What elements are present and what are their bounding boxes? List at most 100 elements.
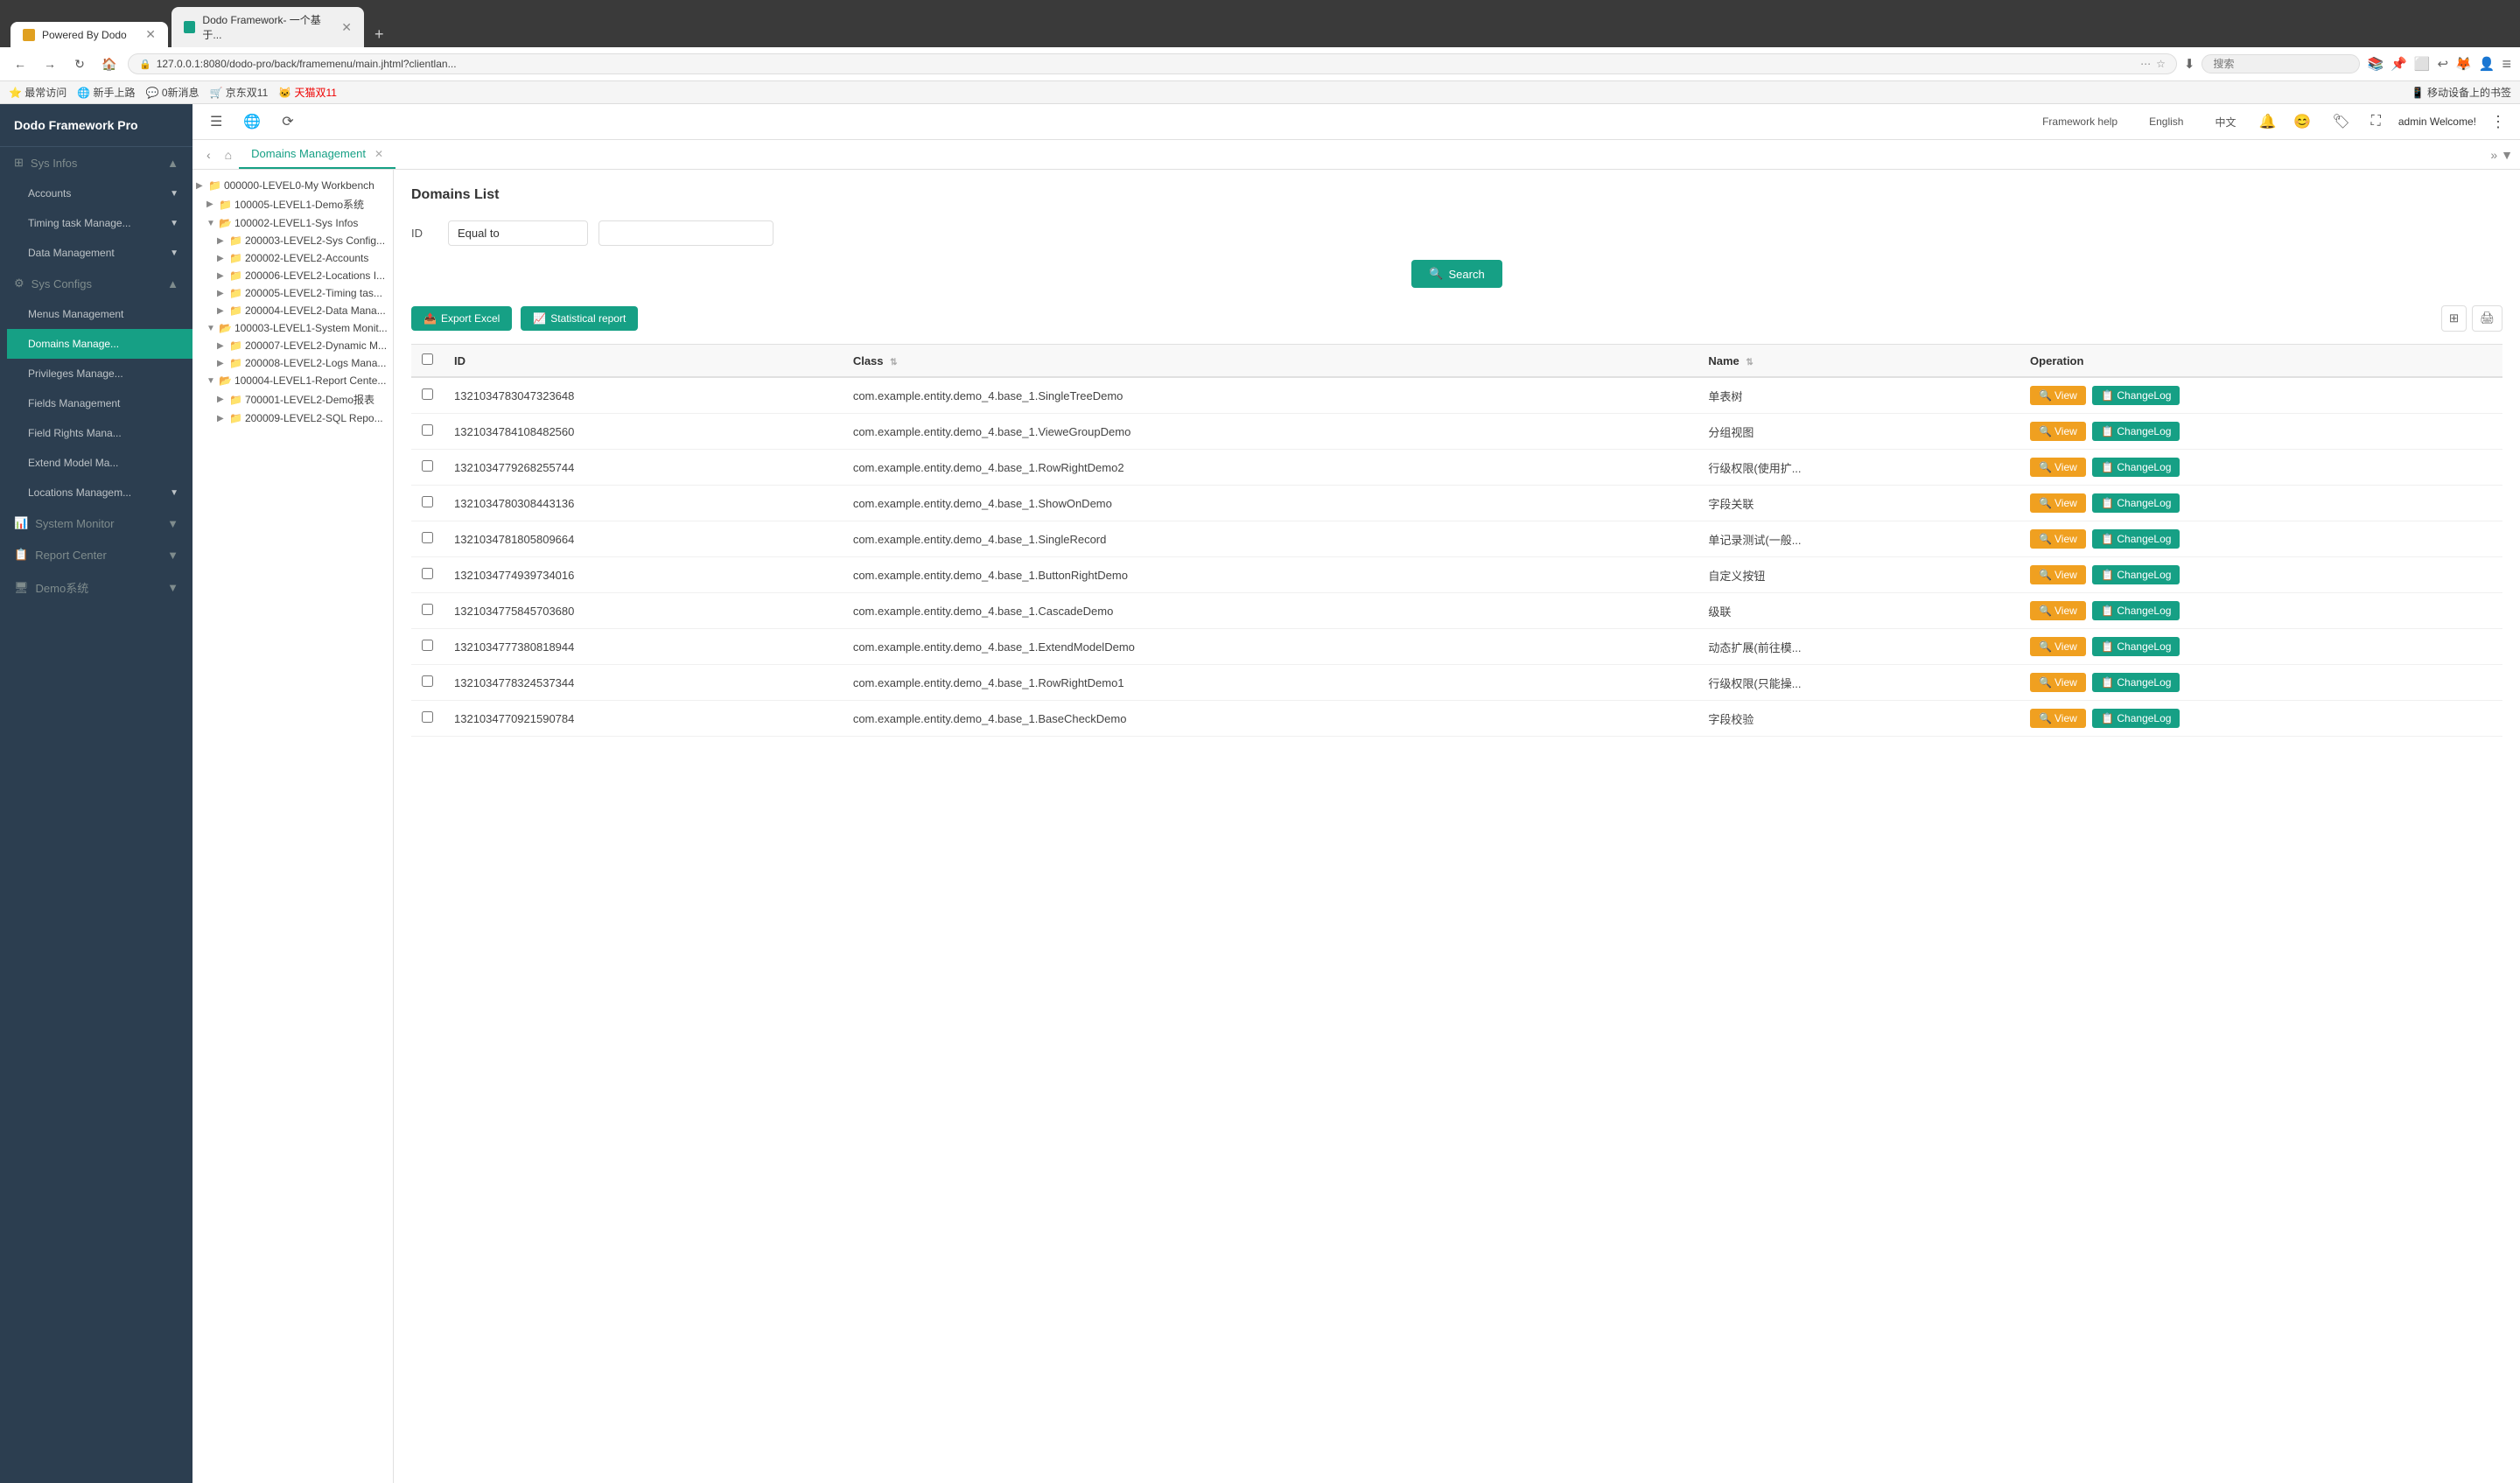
changelog-button[interactable]: 📋 ChangeLog xyxy=(2092,493,2180,513)
tree-node-demoreport[interactable]: ▶ 📁 700001-LEVEL2-Demo报表 xyxy=(192,389,393,409)
bookmark-messages[interactable]: 💬 0新消息 xyxy=(146,85,200,100)
expand-locations[interactable]: ▶ xyxy=(217,271,229,281)
home-button[interactable]: 🏠 xyxy=(98,52,121,75)
tab-close-1[interactable]: ✕ xyxy=(145,27,156,42)
sidebar-group-system-monitor[interactable]: 📊 System Monitor ▼ xyxy=(0,507,192,539)
select-all-checkbox[interactable] xyxy=(422,353,433,365)
search-button[interactable]: 🔍 Search xyxy=(1411,260,1502,288)
tab-arrow-more[interactable]: » xyxy=(2490,148,2497,162)
expand-accounts[interactable]: ▶ xyxy=(217,254,229,263)
row-checkbox[interactable] xyxy=(422,568,433,579)
face-icon[interactable]: 😊 xyxy=(2290,109,2314,134)
browser-action-profile[interactable]: 👤 xyxy=(2479,56,2496,72)
sidebar-item-locations[interactable]: Locations Managem... ▼ xyxy=(7,478,192,507)
browser-action-fire[interactable]: 🦊 xyxy=(2455,56,2472,72)
browser-tab-1[interactable]: Powered By Dodo ✕ xyxy=(10,22,168,47)
grid-view-button[interactable]: ⊞ xyxy=(2441,305,2467,332)
tree-node-timing[interactable]: ▶ 📁 200005-LEVEL2-Timing tas... xyxy=(192,284,393,302)
view-button[interactable]: 🔍 View xyxy=(2030,565,2086,584)
browser-action-library[interactable]: 📚 xyxy=(2367,56,2384,72)
row-checkbox[interactable] xyxy=(422,640,433,651)
tab-back-btn[interactable]: ‹ xyxy=(200,141,218,169)
back-button[interactable]: ← xyxy=(9,52,32,75)
expand-sysconfigs[interactable]: ▶ xyxy=(217,236,229,246)
row-checkbox[interactable] xyxy=(422,711,433,723)
class-sort-icon[interactable]: ⇅ xyxy=(890,358,897,367)
url-bar[interactable]: 🔒 127.0.0.1:8080/dodo-pro/back/framemenu… xyxy=(128,53,2177,74)
fullscreen-icon[interactable]: ⛶ xyxy=(2368,110,2384,133)
menu-toggle-icon[interactable]: ☰ xyxy=(206,109,226,134)
browser-search-input[interactable] xyxy=(2202,54,2360,73)
tree-node-reportcenter[interactable]: ▼ 📂 100004-LEVEL1-Report Cente... xyxy=(192,372,393,389)
tab-close-domains[interactable]: ✕ xyxy=(374,148,383,160)
view-button[interactable]: 🔍 View xyxy=(2030,637,2086,656)
row-checkbox[interactable] xyxy=(422,675,433,687)
view-button[interactable]: 🔍 View xyxy=(2030,709,2086,728)
refresh-icon[interactable]: ⟳ xyxy=(278,109,297,134)
view-button[interactable]: 🔍 View xyxy=(2030,673,2086,692)
tree-node-sysconfigs[interactable]: ▶ 📁 200003-LEVEL2-Sys Config... xyxy=(192,232,393,249)
view-button[interactable]: 🔍 View xyxy=(2030,529,2086,549)
reload-button[interactable]: ↻ xyxy=(68,52,91,75)
view-button[interactable]: 🔍 View xyxy=(2030,601,2086,620)
filter-value-input[interactable] xyxy=(598,220,774,246)
toolbar-more-icon[interactable]: ⋮ xyxy=(2490,113,2506,131)
lang-en-button[interactable]: English xyxy=(2140,112,2192,131)
export-excel-button[interactable]: 📤 Export Excel xyxy=(411,306,512,331)
expand-dynamic[interactable]: ▶ xyxy=(217,341,229,351)
tree-node-datamgmt[interactable]: ▶ 📁 200004-LEVEL2-Data Mana... xyxy=(192,302,393,319)
row-checkbox[interactable] xyxy=(422,604,433,615)
tab-home-btn[interactable]: ⌂ xyxy=(218,141,239,169)
bookmark-newuser[interactable]: 🌐 新手上路 xyxy=(77,85,135,100)
globe-icon[interactable]: 🌐 xyxy=(240,109,264,134)
tree-node-sysmonitor[interactable]: ▼ 📂 100003-LEVEL1-System Monit... xyxy=(192,319,393,337)
bookmark-mobile[interactable]: 📱 移动设备上的书签 xyxy=(2412,85,2511,100)
view-button[interactable]: 🔍 View xyxy=(2030,458,2086,477)
download-icon[interactable]: ⬇ xyxy=(2184,56,2195,72)
row-checkbox[interactable] xyxy=(422,424,433,436)
expand-sysinfos[interactable]: ▼ xyxy=(206,219,219,228)
tree-node-workbench[interactable]: ▶ 📁 000000-LEVEL0-My Workbench xyxy=(192,177,393,194)
expand-timing[interactable]: ▶ xyxy=(217,289,229,298)
changelog-button[interactable]: 📋 ChangeLog xyxy=(2092,529,2180,549)
expand-sysmonitor[interactable]: ▼ xyxy=(206,324,219,333)
expand-datamgmt[interactable]: ▶ xyxy=(217,306,229,316)
browser-action-menu[interactable]: ≡ xyxy=(2502,55,2511,73)
new-tab-button[interactable]: + xyxy=(368,22,391,47)
browser-action-window[interactable]: ⬜ xyxy=(2414,56,2431,72)
expand-demoreport[interactable]: ▶ xyxy=(217,395,229,404)
view-button[interactable]: 🔍 View xyxy=(2030,422,2086,441)
tree-node-sysinfos[interactable]: ▼ 📂 100002-LEVEL1-Sys Infos xyxy=(192,214,393,232)
bookmark-tmall[interactable]: 🐱 天猫双11 xyxy=(278,85,337,100)
sidebar-item-accounts[interactable]: Accounts ▼ xyxy=(7,178,192,208)
changelog-button[interactable]: 📋 ChangeLog xyxy=(2092,565,2180,584)
sidebar-group-demo[interactable]: 🖥 Demo系统 ▼ xyxy=(0,570,192,605)
framework-help-button[interactable]: Framework help xyxy=(2034,112,2126,131)
sidebar-item-domains-management[interactable]: Domains Manage... xyxy=(7,329,192,359)
expand-logs[interactable]: ▶ xyxy=(217,359,229,368)
sidebar-item-extend-model[interactable]: Extend Model Ma... xyxy=(7,448,192,478)
name-sort-icon[interactable]: ⇅ xyxy=(1746,358,1753,367)
sidebar-item-privileges-management[interactable]: Privileges Manage... xyxy=(7,359,192,388)
bookmark-jd[interactable]: 🛒 京东双11 xyxy=(210,85,269,100)
browser-action-undo[interactable]: ↩ xyxy=(2438,56,2449,72)
tree-node-accounts[interactable]: ▶ 📁 200002-LEVEL2-Accounts xyxy=(192,249,393,267)
changelog-button[interactable]: 📋 ChangeLog xyxy=(2092,709,2180,728)
tree-node-sqlreport[interactable]: ▶ 📁 200009-LEVEL2-SQL Repo... xyxy=(192,409,393,427)
changelog-button[interactable]: 📋 ChangeLog xyxy=(2092,422,2180,441)
sidebar-item-timing-task[interactable]: Timing task Manage... ▼ xyxy=(7,208,192,238)
sidebar-item-data-management[interactable]: Data Management ▼ xyxy=(7,238,192,268)
row-checkbox[interactable] xyxy=(422,532,433,543)
sidebar-group-report-center[interactable]: 📋 Report Center ▼ xyxy=(0,539,192,570)
tree-node-demo[interactable]: ▶ 📁 100005-LEVEL1-Demo系统 xyxy=(192,194,393,214)
tree-node-logs[interactable]: ▶ 📁 200008-LEVEL2-Logs Mana... xyxy=(192,354,393,372)
statistical-report-button[interactable]: 📈 Statistical report xyxy=(521,306,638,331)
changelog-button[interactable]: 📋 ChangeLog xyxy=(2092,458,2180,477)
changelog-button[interactable]: 📋 ChangeLog xyxy=(2092,673,2180,692)
expand-sqlreport[interactable]: ▶ xyxy=(217,414,229,423)
tab-dropdown-icon[interactable]: ▼ xyxy=(2501,148,2513,162)
bookmark-star-icon[interactable]: ☆ xyxy=(2156,58,2166,70)
print-button[interactable]: 🖨 xyxy=(2472,305,2502,332)
tree-node-locations[interactable]: ▶ 📁 200006-LEVEL2-Locations I... xyxy=(192,267,393,284)
condition-select[interactable]: Equal to Not equal to Contains Not conta… xyxy=(448,220,588,246)
